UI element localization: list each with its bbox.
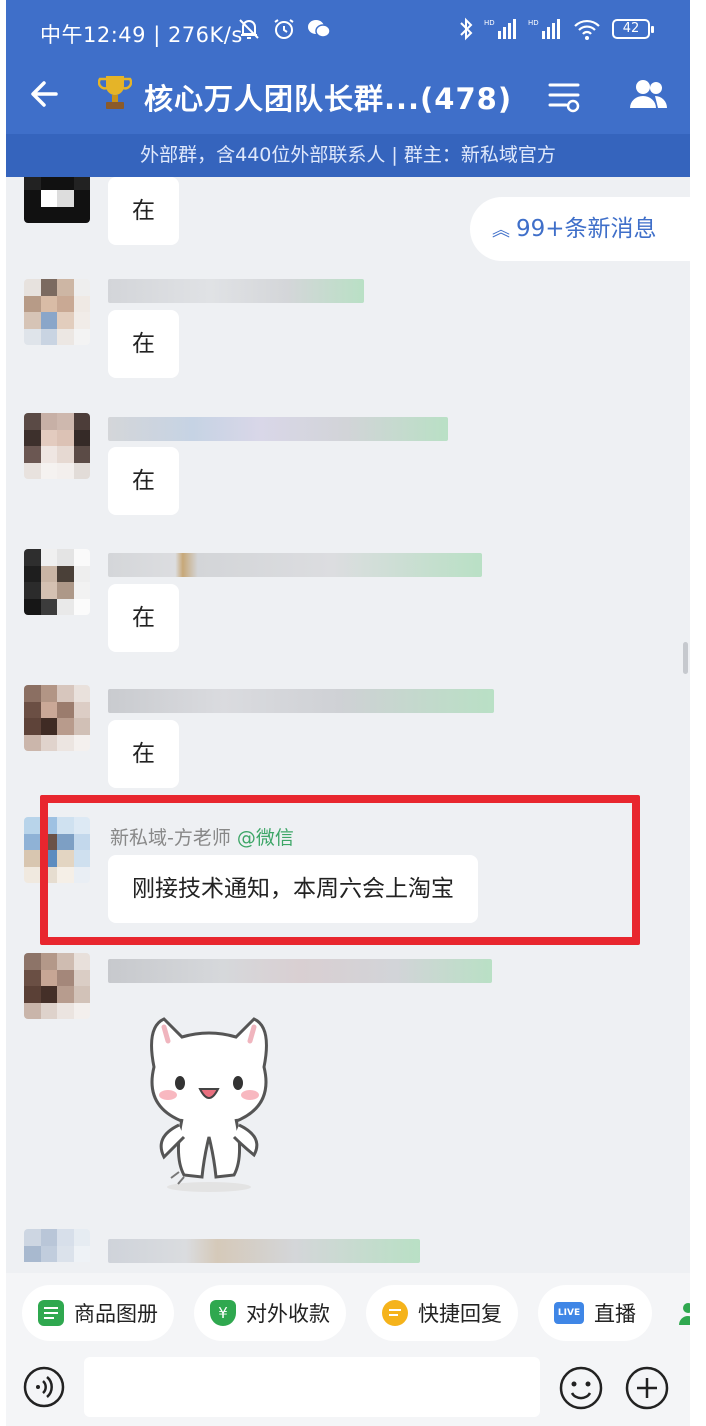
- chat-screen: 中午12:49 | 276K/s HD HD 42 核心万人团队长群...(47…: [6, 0, 690, 1426]
- blurred-sender-name: [108, 417, 448, 441]
- blurred-sender-name: [108, 689, 494, 713]
- live-stream-button[interactable]: LIVE 直播: [538, 1285, 652, 1341]
- new-messages-button[interactable]: ︽ 99+条新消息: [470, 197, 690, 261]
- overflow-person-icon[interactable]: [678, 1301, 690, 1327]
- wechat-icon: [308, 20, 331, 38]
- back-arrow-icon[interactable]: [26, 74, 66, 114]
- status-bar: 中午12:49 | 276K/s HD HD 42: [6, 0, 690, 62]
- highlight-annotation-box: [40, 795, 640, 945]
- live-icon: LIVE: [554, 1302, 584, 1324]
- wifi-icon: [574, 19, 600, 40]
- blurred-sender-name: [108, 1239, 420, 1263]
- members-icon[interactable]: [626, 76, 670, 112]
- message-bubble[interactable]: 在: [108, 584, 179, 652]
- message-bubble[interactable]: 在: [108, 720, 179, 788]
- message-bubble[interactable]: 在: [108, 447, 179, 515]
- alarm-icon: [274, 19, 294, 39]
- input-bar: [6, 1353, 690, 1426]
- svg-text:HD: HD: [528, 19, 539, 27]
- plus-icon[interactable]: [624, 1365, 670, 1411]
- trophy-icon: [98, 76, 132, 109]
- scrollbar-thumb[interactable]: [683, 642, 688, 674]
- message-list[interactable]: 在 ︽ 99+条新消息 在 在 在 在 新私域-方老师 @微信 刚接技术通知，本…: [6, 177, 690, 1273]
- avatar[interactable]: [24, 953, 90, 1019]
- group-settings-icon[interactable]: [546, 78, 582, 114]
- avatar[interactable]: [24, 279, 90, 345]
- quick-reply-icon: [382, 1300, 408, 1326]
- status-time: 中午12:49 | 276K/s: [40, 23, 243, 47]
- blurred-sender-name: [108, 959, 492, 983]
- blurred-sender-name: [108, 279, 364, 303]
- message-input[interactable]: [84, 1357, 540, 1417]
- double-chevron-up-icon: ︽: [492, 220, 510, 241]
- avatar[interactable]: [24, 1229, 90, 1273]
- catalog-icon: [38, 1300, 64, 1326]
- quick-toolbar: 商品图册 ¥ 对外收款 快捷回复 LIVE 直播: [6, 1273, 690, 1353]
- group-title[interactable]: 核心万人团队长群...(478): [144, 76, 512, 118]
- battery-icon: 42: [612, 19, 654, 39]
- emoji-icon[interactable]: [558, 1365, 604, 1411]
- avatar[interactable]: [24, 177, 90, 223]
- message-bubble[interactable]: 在: [108, 177, 179, 245]
- svg-text:HD: HD: [484, 19, 495, 27]
- avatar[interactable]: [24, 413, 90, 479]
- avatar[interactable]: [24, 549, 90, 615]
- signal-icon: HD: [528, 19, 560, 39]
- voice-input-icon[interactable]: [22, 1365, 66, 1409]
- yuan-shield-icon: ¥: [210, 1300, 236, 1326]
- message-bubble[interactable]: 在: [108, 310, 179, 378]
- quick-reply-button[interactable]: 快捷回复: [366, 1285, 518, 1341]
- bluetooth-icon: [460, 17, 473, 41]
- cat-sticker[interactable]: [124, 997, 294, 1197]
- external-payment-button[interactable]: ¥ 对外收款: [194, 1285, 346, 1341]
- title-bar: 核心万人团队长群...(478): [6, 62, 690, 134]
- mute-bell-icon: [239, 19, 259, 39]
- top-bar: 中午12:49 | 276K/s HD HD 42 核心万人团队长群...(47…: [6, 0, 690, 177]
- group-info-subtitle[interactable]: 外部群，含440位外部联系人 | 群主：新私域官方: [6, 134, 690, 177]
- product-catalog-button[interactable]: 商品图册: [22, 1285, 174, 1341]
- signal-icon: HD: [484, 19, 516, 39]
- avatar[interactable]: [24, 685, 90, 751]
- blurred-sender-name: [108, 553, 482, 577]
